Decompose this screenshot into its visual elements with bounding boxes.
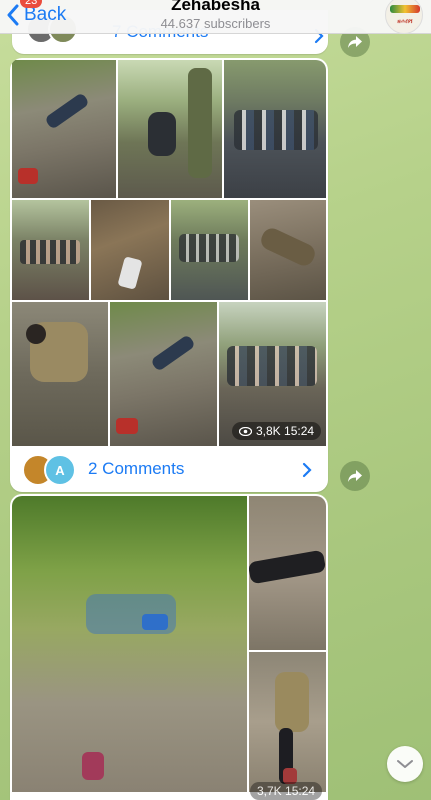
views-and-time: 3,8K 15:24 [256, 424, 315, 438]
chevron-right-icon [302, 462, 312, 478]
photo-detail [117, 256, 143, 290]
message-bubble-album: 3,7K 15:24 [10, 494, 328, 800]
photo-detail [179, 234, 239, 262]
photo-detail [142, 614, 168, 630]
comments-link[interactable]: 2 Comments [88, 459, 184, 479]
chat-header: Back 23 Zehabesha 44.637 subscribers ዘሐበ… [0, 0, 431, 34]
share-arrow-icon [348, 36, 362, 48]
photo[interactable] [91, 200, 169, 300]
chevron-down-icon [397, 760, 413, 768]
share-arrow-icon [348, 470, 362, 482]
scroll-to-bottom-button[interactable] [387, 746, 423, 782]
photo[interactable] [12, 60, 116, 198]
logo-graphic: ዘሐበሻ [397, 19, 413, 25]
photo-detail [148, 112, 176, 156]
photo-detail [20, 240, 80, 264]
photo[interactable] [110, 302, 217, 446]
flag-graphic [390, 5, 420, 13]
photo-detail [275, 672, 309, 732]
share-button[interactable] [340, 461, 370, 491]
photo-detail [44, 92, 90, 130]
subscriber-count: 44.637 subscribers [160, 16, 271, 31]
photo-detail [18, 168, 38, 184]
photo[interactable] [250, 200, 326, 300]
eye-icon [239, 426, 252, 436]
photo-detail [234, 110, 318, 150]
channel-name: Zehabesha [171, 0, 260, 14]
commenter-initial: A [55, 462, 65, 478]
message-bubble-album: 3,8K 15:24 A 2 Comments [10, 58, 328, 492]
comments-footer[interactable]: A 2 Comments [10, 448, 328, 492]
photo[interactable] [249, 496, 326, 650]
photo[interactable] [12, 496, 247, 792]
photo[interactable] [171, 200, 248, 300]
photo-detail [150, 334, 196, 372]
commenter-avatar: A [44, 454, 76, 486]
photo[interactable] [118, 60, 222, 198]
views-and-time: 3,7K 15:24 [257, 784, 316, 798]
view-stats: 3,8K 15:24 [232, 422, 322, 440]
photo-detail [116, 418, 138, 434]
photo[interactable] [249, 652, 326, 792]
photo-detail [82, 752, 104, 780]
channel-title-block[interactable]: Zehabesha 44.637 subscribers [0, 0, 431, 31]
photo-detail [227, 346, 317, 386]
photo[interactable] [12, 200, 89, 300]
photo[interactable] [224, 60, 326, 198]
photo-detail [249, 549, 326, 585]
photo-detail [188, 68, 212, 178]
photo-detail [257, 225, 319, 269]
view-stats: 3,7K 15:24 [250, 782, 323, 800]
photo-detail [26, 324, 46, 344]
photo[interactable] [12, 302, 108, 446]
